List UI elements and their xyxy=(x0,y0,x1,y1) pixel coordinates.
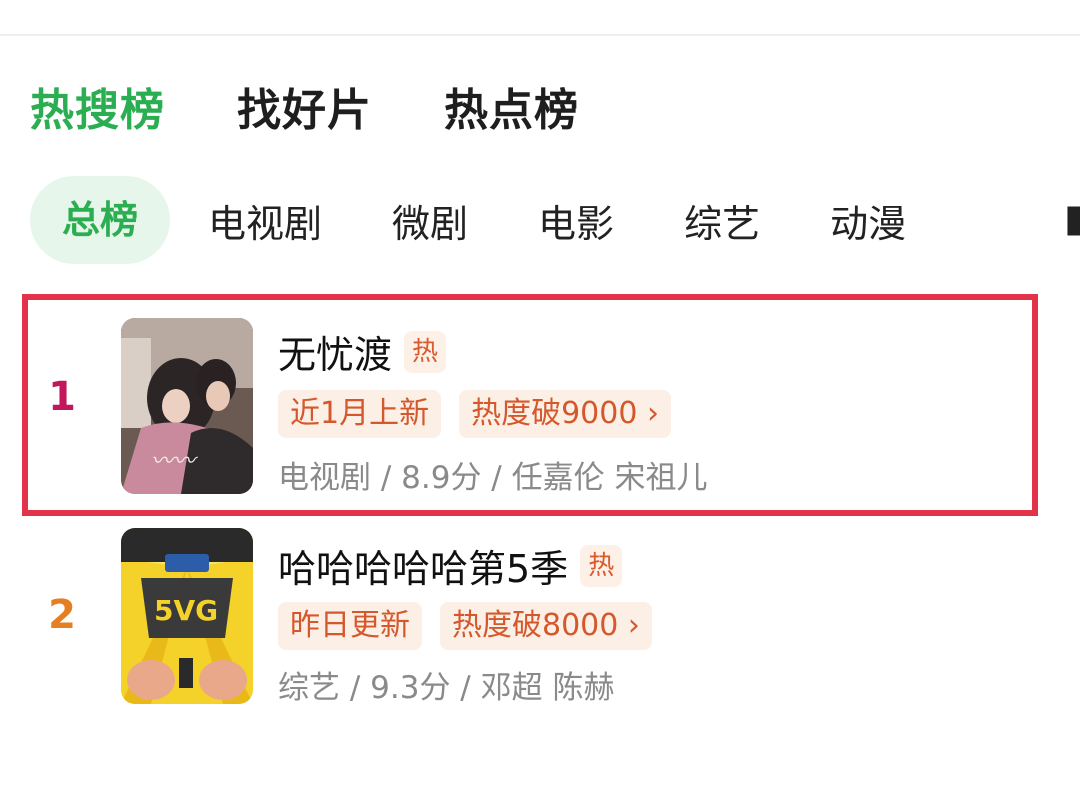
svg-text:5VG: 5VG xyxy=(154,594,218,627)
poster-image[interactable]: 5VG xyxy=(121,528,253,704)
tab-hot-search[interactable]: 热搜榜 xyxy=(30,74,165,138)
rank-number: 2 xyxy=(48,592,76,638)
tag-heat[interactable]: 热度破8000 › xyxy=(440,602,652,650)
top-tabs: 热搜榜 找好片 热点榜 xyxy=(30,74,651,138)
tag-row: 昨日更新 热度破8000 › xyxy=(278,602,670,650)
category-micro-drama[interactable]: 微剧 xyxy=(392,193,468,248)
item-title[interactable]: 哈哈哈哈哈第5季 xyxy=(278,538,568,593)
top-divider xyxy=(0,34,1080,36)
tag-new: 昨日更新 xyxy=(278,602,422,650)
list-item[interactable]: 2 5VG 哈哈哈哈哈第5季 热 昨日更新 热度破8000 › 综艺 / 9.3… xyxy=(0,524,1080,724)
category-tv[interactable]: 电视剧 xyxy=(208,193,322,248)
category-variety[interactable]: 综艺 xyxy=(684,193,760,248)
category-movie[interactable]: 电影 xyxy=(538,193,614,248)
tab-hot-topics[interactable]: 热点榜 xyxy=(444,74,579,138)
highlight-frame xyxy=(22,294,1038,516)
tab-find-good-films[interactable]: 找好片 xyxy=(237,74,372,138)
category-all[interactable]: 总榜 xyxy=(30,176,171,264)
item-title-row: 哈哈哈哈哈第5季 热 xyxy=(278,538,623,593)
category-anime[interactable]: 动漫 xyxy=(830,193,906,248)
hot-badge: 热 xyxy=(580,544,623,587)
category-overflow-hint: ▮ xyxy=(1064,196,1080,240)
category-bar: 总榜 电视剧 微剧 电影 综艺 动漫 xyxy=(30,176,976,264)
item-meta: 综艺 / 9.3分 / 邓超 陈赫 xyxy=(278,670,615,706)
